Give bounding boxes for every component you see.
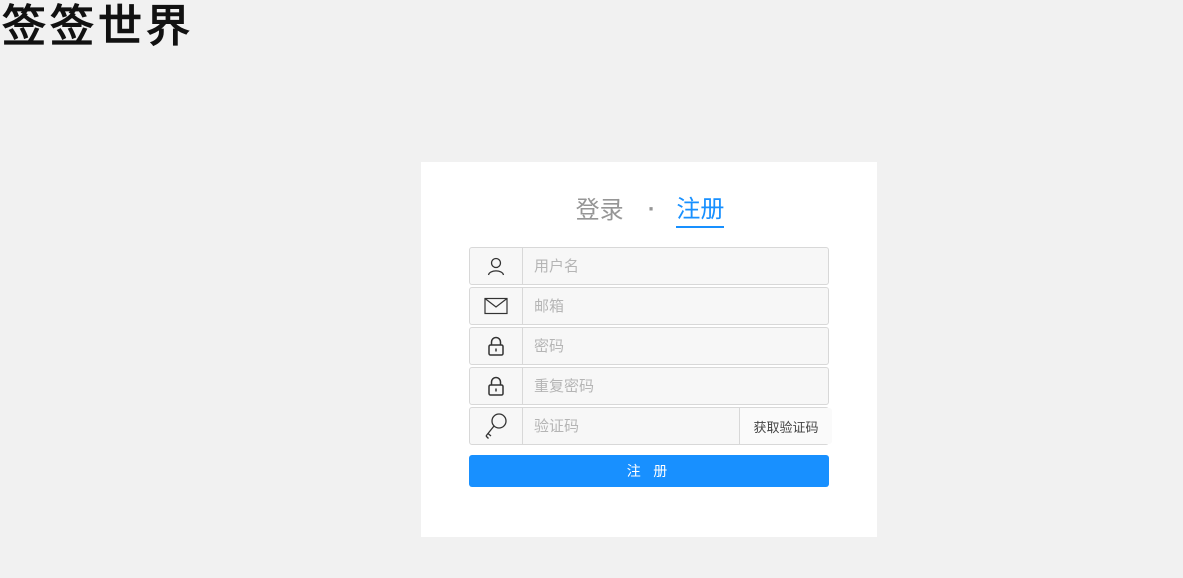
tab-register[interactable]: 注册 (676, 193, 725, 228)
confirm-password-input[interactable] (523, 368, 828, 404)
register-form: 获取验证码 注 册 (469, 247, 832, 487)
username-input[interactable] (523, 248, 828, 284)
password-input[interactable] (523, 328, 828, 364)
verification-code-field: 获取验证码 (469, 407, 832, 445)
register-card: 登录 · 注册 用户名 邮箱 验证码 获取验证码 注 册 (421, 162, 877, 537)
username-field (469, 247, 829, 285)
user-icon (470, 248, 523, 284)
site-logo: 签签世界 (2, 1, 194, 52)
confirm-password-field (469, 367, 829, 405)
lock-icon (470, 368, 523, 404)
tab-login[interactable]: 登录 (574, 192, 626, 228)
key-icon (470, 408, 523, 444)
tab-separator: · (647, 199, 655, 220)
email-input[interactable] (523, 288, 828, 324)
lock-icon (470, 328, 523, 364)
password-field (469, 327, 829, 365)
email-field (469, 287, 829, 325)
register-button[interactable]: 注 册 (469, 455, 829, 487)
verification-code-input[interactable] (523, 408, 739, 444)
auth-tabs: 登录 · 注册 (421, 192, 877, 228)
get-code-button[interactable]: 获取验证码 (739, 408, 832, 444)
mail-icon (470, 288, 523, 324)
